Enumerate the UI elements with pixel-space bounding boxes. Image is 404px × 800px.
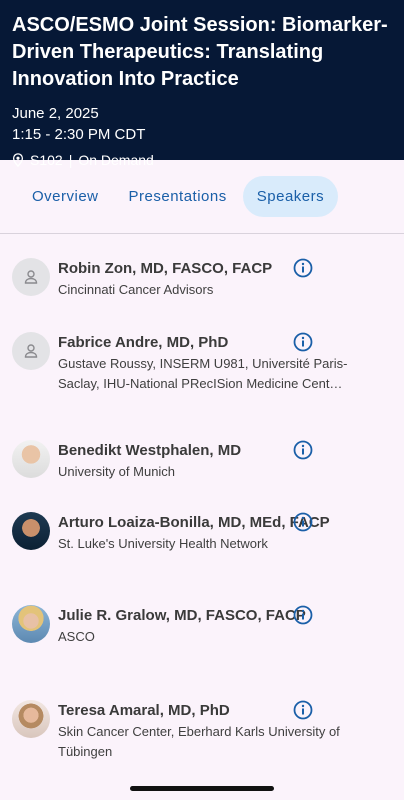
session-time: 1:15 - 2:30 PM CDT: [12, 126, 146, 143]
tab-speakers[interactable]: Speakers: [242, 176, 339, 217]
speaker-affiliation: University of Munich: [58, 464, 176, 479]
info-icon[interactable]: [293, 512, 313, 532]
speaker-item[interactable]: Arturo Loaiza-Bonilla, MD, MEd, FACP St.…: [12, 512, 392, 605]
speaker-list: Robin Zon, MD, FASCO, FACP Cincinnati Ca…: [0, 258, 404, 770]
info-icon[interactable]: [293, 332, 313, 352]
session-date: June 2, 2025: [12, 105, 99, 122]
speaker-affiliation: Cincinnati Cancer Advisors: [58, 282, 214, 297]
person-icon: [24, 344, 38, 358]
person-icon: [24, 270, 38, 284]
info-icon[interactable]: [293, 700, 313, 720]
avatar: [12, 512, 50, 550]
speaker-item[interactable]: Teresa Amaral, MD, PhD Skin Cancer Cente…: [12, 700, 392, 770]
avatar: [12, 258, 50, 296]
speaker-item[interactable]: Fabrice Andre, MD, PhD Gustave Roussy, I…: [12, 332, 392, 440]
separator: |: [68, 152, 73, 168]
speaker-item[interactable]: Benedikt Westphalen, MD University of Mu…: [12, 440, 392, 512]
room-label: S102: [30, 152, 63, 168]
avatar: [12, 700, 50, 738]
availability-label: On Demand: [78, 152, 154, 168]
speaker-affiliation: St. Luke's University Health Network: [58, 536, 268, 551]
avatar: [12, 332, 50, 370]
speaker-affiliation: Gustave Roussy, INSERM U981, Université …: [58, 356, 348, 391]
avatar: [12, 440, 50, 478]
tab-overview[interactable]: Overview: [18, 176, 113, 217]
tab-bar: Overview Presentations Speakers: [0, 160, 404, 234]
home-indicator[interactable]: [130, 786, 274, 791]
speaker-affiliation: ASCO: [58, 629, 95, 644]
avatar: [12, 605, 50, 643]
speaker-affiliation: Skin Cancer Center, Eberhard Karls Unive…: [58, 724, 340, 759]
speaker-item[interactable]: Robin Zon, MD, FASCO, FACP Cincinnati Ca…: [12, 258, 392, 332]
tab-presentations[interactable]: Presentations: [115, 176, 241, 217]
session-header: ASCO/ESMO Joint Session: Biomarker-Drive…: [0, 0, 404, 168]
session-title: ASCO/ESMO Joint Session: Biomarker-Drive…: [12, 14, 388, 90]
info-icon[interactable]: [293, 440, 313, 460]
location-pin-icon: [12, 153, 24, 167]
info-icon[interactable]: [293, 605, 313, 625]
info-icon[interactable]: [293, 258, 313, 278]
speaker-item[interactable]: Julie R. Gralow, MD, FASCO, FACP ASCO: [12, 605, 392, 700]
